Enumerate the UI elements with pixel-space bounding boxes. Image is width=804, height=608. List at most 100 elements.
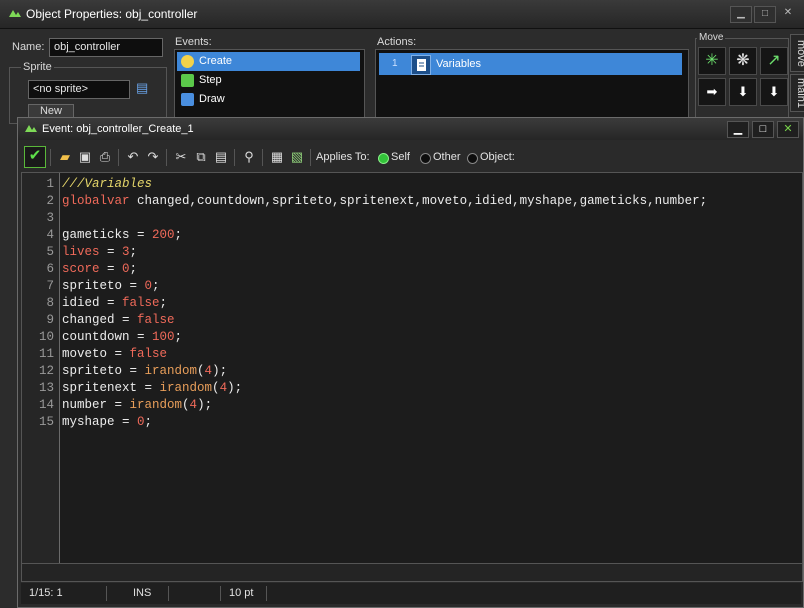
applies-self-radio[interactable] [378,153,389,164]
save-icon[interactable]: ▣ [76,148,94,166]
code-line[interactable]: 15 myshape = 0; [22,414,802,431]
code-line[interactable]: 5 lives = 3; [22,244,802,261]
code-line[interactable]: 12 spriteto = irandom(4); [22,363,802,380]
horizontal-scrollbar[interactable] [21,563,803,582]
applies-to-label: Applies To: [316,151,370,163]
line-number: 5 [46,245,54,259]
line-number: 12 [38,364,54,378]
ok-checkmark-icon[interactable]: ✔ [24,146,46,168]
code-line[interactable]: 6 score = 0; [22,261,802,278]
code-token: ; [174,228,183,242]
minimize-icon[interactable]: ▁ [727,121,749,138]
code-token: ; [129,245,138,259]
code-token: false [129,347,168,361]
code-token: ; [144,415,153,429]
tab-main1[interactable]: main1 [790,74,804,112]
gravity-icon[interactable]: ⬇ [760,78,788,106]
line-number: 1 [46,177,54,191]
event-create[interactable]: Create [177,52,360,71]
code-text: gameticks = 200; [62,227,182,244]
code-token: 200 [152,228,175,242]
move-towards-icon[interactable]: ↗ [760,47,788,75]
code-text: score = 0; [62,261,137,278]
name-field[interactable]: obj_controller [49,38,163,57]
maximize-icon[interactable]: □ [754,6,776,23]
applies-object-radio[interactable] [467,153,478,164]
close-icon[interactable]: ✕ [777,121,799,138]
insert-mode: INS [107,586,169,601]
maximize-icon[interactable]: □ [752,121,774,138]
action-number: 1 [392,58,398,69]
open-folder-icon[interactable]: ▰ [56,148,74,166]
close-icon[interactable]: ✕ [778,6,798,21]
move-group-label: Move [697,32,726,43]
code-line[interactable]: 9 changed = false [22,312,802,329]
code-line[interactable]: 8 idied = false; [22,295,802,312]
minimize-icon[interactable]: ▁ [730,6,752,23]
event-step[interactable]: Step [177,71,360,90]
undo-icon[interactable]: ↶ [124,148,142,166]
code-token: 0 [137,415,145,429]
event-draw[interactable]: Draw [177,90,360,109]
code-token: myshape = [62,415,138,429]
code-line[interactable]: 11 moveto = false [22,346,802,363]
applies-other-radio[interactable] [420,153,431,164]
sprite-select[interactable]: <no sprite> [28,80,130,99]
speed-horizontal-icon[interactable]: ➡ [698,78,726,106]
code-line[interactable]: 10 countdown = 100; [22,329,802,346]
tab-move[interactable]: move [790,34,804,72]
line-number: 8 [46,296,54,310]
find-icon[interactable]: ⚲ [240,148,258,166]
lightbulb-icon [181,55,194,68]
grid-icon[interactable]: ▦ [268,148,286,166]
code-token: irandom [129,398,183,412]
code-editor[interactable]: 1 ///Variables 2 globalvar changed,countdow… [21,172,803,564]
action-item[interactable]: 1 Variables [379,53,682,75]
code-token: 4 [219,381,228,395]
speed-vertical-icon[interactable]: ⬇ [729,78,757,106]
cut-icon[interactable]: ✂ [172,148,190,166]
code-token: globalvar [62,194,130,208]
code-token: 4 [189,398,198,412]
code-line[interactable]: 4 gameticks = 200; [22,227,802,244]
code-token: spriteto = [62,364,145,378]
print-icon[interactable]: ⎙ [96,148,114,166]
actions-label: Actions: [377,36,417,48]
script-check-icon[interactable]: ▧ [288,148,306,166]
code-line[interactable]: 14 number = irandom(4); [22,397,802,414]
copy-icon[interactable]: ⧉ [192,148,210,166]
move-fixed-icon[interactable]: ✳ [698,47,726,75]
code-token: ; [129,262,138,276]
code-token: idied = [62,296,123,310]
status-bar: 1/15: 1 INS 10 pt [21,583,801,604]
code-token: ); [227,381,243,395]
move-free-icon[interactable]: ❋ [729,47,757,75]
code-token: ( [197,364,205,378]
code-line[interactable]: 13 spritenext = irandom(4); [22,380,802,397]
sprite-group-label: Sprite [21,61,54,73]
code-token: number = [62,398,130,412]
code-line[interactable]: 1 ///Variables [22,176,802,193]
line-number: 13 [38,381,54,395]
code-token: countdown = [62,330,153,344]
code-text: idied = false; [62,295,167,312]
code-editor-titlebar[interactable]: Event: obj_controller_Create_1 ▁ □ ✕ [18,118,803,140]
cursor-position: 1/15: 1 [21,586,107,601]
code-text: myshape = 0; [62,414,152,431]
code-token: 4 [204,364,213,378]
code-line[interactable]: 2 globalvar changed,countdown,spriteto,sp… [22,193,802,210]
line-number: 11 [38,347,54,361]
paste-icon[interactable]: ▤ [212,148,230,166]
object-properties-titlebar[interactable]: Object Properties: obj_controller ▁ □ ✕ [0,0,804,29]
redo-icon[interactable]: ↷ [144,148,162,166]
code-token: false [122,296,160,310]
code-token: ); [197,398,213,412]
script-icon [411,55,431,75]
code-token: irandom [159,381,213,395]
code-line[interactable]: 3 [22,210,802,227]
code-token: 100 [152,330,175,344]
code-token: 0 [122,262,130,276]
sprite-browse-icon[interactable]: ▤ [136,80,153,97]
code-editor-window: Event: obj_controller_Create_1 ▁ □ ✕ ✔ ▰… [17,117,804,608]
code-line[interactable]: 7 spriteto = 0; [22,278,802,295]
